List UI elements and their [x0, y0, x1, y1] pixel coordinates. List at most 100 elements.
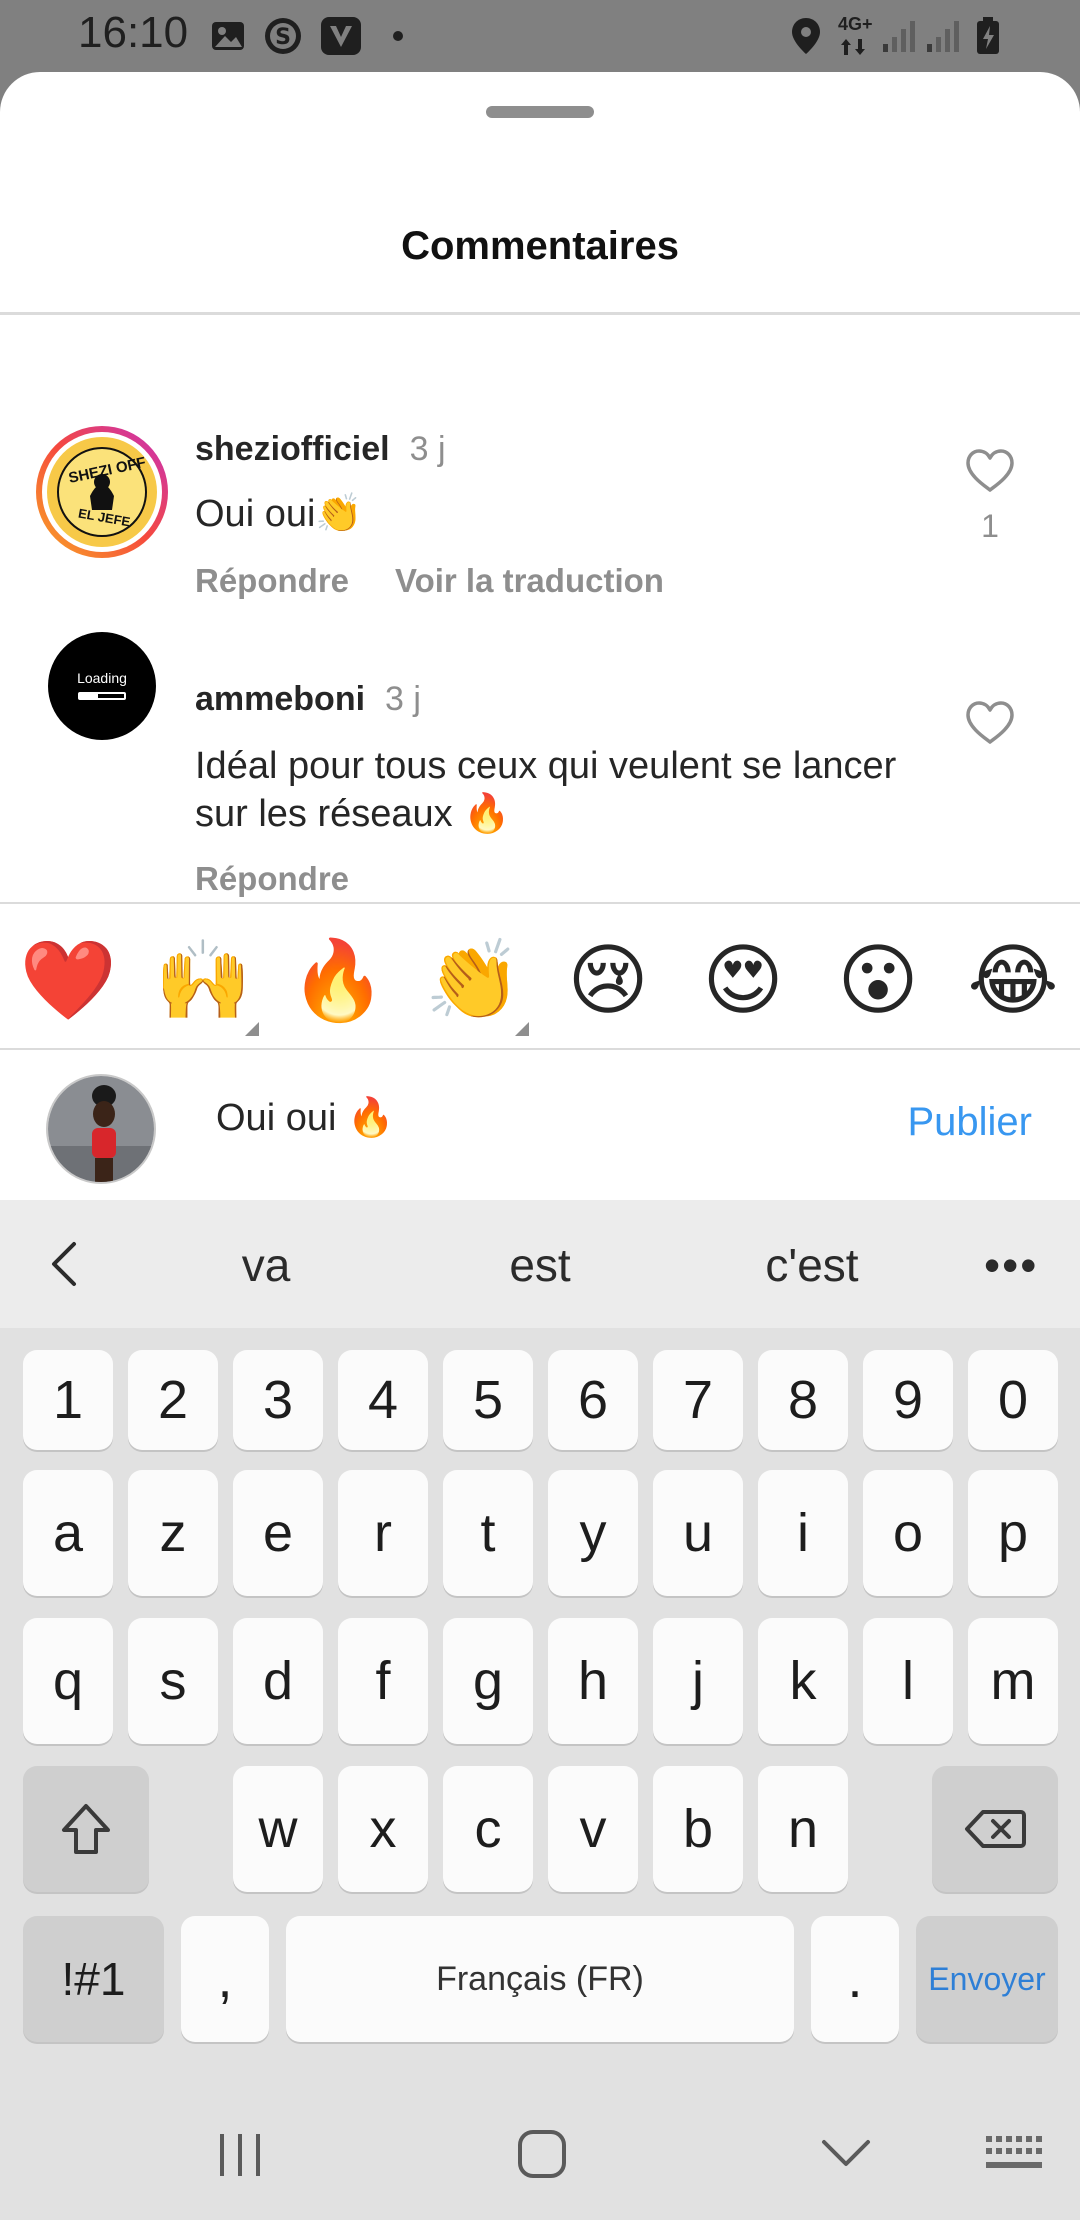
key-d[interactable]: d: [233, 1618, 323, 1744]
comma-key[interactable]: ,: [181, 1916, 269, 2042]
emoji-heart-eyes-button[interactable]: 😍: [683, 908, 803, 1054]
key-s[interactable]: s: [128, 1618, 218, 1744]
key-j[interactable]: j: [653, 1618, 743, 1744]
emoji-bar-divider-bottom: [0, 1048, 1080, 1050]
keyboard-switch-icon[interactable]: [984, 2132, 1044, 2176]
key-8[interactable]: 8: [758, 1350, 848, 1450]
chevron-left-icon[interactable]: [40, 1236, 90, 1292]
heart-icon[interactable]: [964, 700, 1016, 746]
key-z[interactable]: z: [128, 1470, 218, 1596]
reply-button[interactable]: Répondre: [195, 562, 349, 599]
data-arrows-icon: [838, 36, 868, 58]
backspace-icon: [965, 1810, 1026, 1848]
signal-icon: [924, 16, 964, 56]
emoji-bar-divider-top: [0, 902, 1080, 904]
key-a[interactable]: a: [23, 1470, 113, 1596]
comment-text: Idéal pour tous ceux qui veulent se lanc…: [195, 745, 897, 835]
key-1[interactable]: 1: [23, 1350, 113, 1450]
emoji-crying-button[interactable]: 😢: [548, 908, 668, 1054]
emoji-reaction-bar: ❤️ 🙌 🔥 👏 😢 😍 😮 😂: [0, 908, 1080, 1054]
key-e[interactable]: e: [233, 1470, 323, 1596]
emoji-raised-hands-button[interactable]: 🙌: [143, 908, 263, 1054]
suggestion-bar: va est c'est •••: [0, 1200, 1080, 1328]
header-divider: [0, 312, 1080, 315]
shift-key[interactable]: [23, 1766, 149, 1892]
see-translation-button[interactable]: Voir la traduction: [395, 562, 664, 599]
svg-text:S: S: [275, 25, 291, 50]
key-9[interactable]: 9: [863, 1350, 953, 1450]
comment-actions: Répondre: [195, 860, 395, 898]
recent-apps-icon[interactable]: [216, 2130, 264, 2180]
avatar[interactable]: Loading: [48, 632, 156, 740]
emoji-fire-button[interactable]: 🔥: [278, 908, 398, 1054]
dot-icon: [390, 16, 406, 56]
key-k[interactable]: k: [758, 1618, 848, 1744]
suggestion-word[interactable]: est: [440, 1238, 640, 1292]
key-o[interactable]: o: [863, 1470, 953, 1596]
emoji-laughing-button[interactable]: 😂: [953, 908, 1073, 1054]
reply-button[interactable]: Répondre: [195, 860, 349, 897]
home-icon[interactable]: [516, 2128, 568, 2180]
key-q[interactable]: q: [23, 1618, 113, 1744]
comments-sheet: Commentaires SHEZI OFF EL JEFE shezioffi…: [0, 72, 1080, 1200]
comment-text: Oui oui👏: [195, 493, 363, 535]
key-3[interactable]: 3: [233, 1350, 323, 1450]
key-c[interactable]: c: [443, 1766, 533, 1892]
comment-item: SHEZI OFF EL JEFE sheziofficiel 3 j Oui o…: [0, 344, 1080, 604]
key-v[interactable]: v: [548, 1766, 638, 1892]
key-f[interactable]: f: [338, 1618, 428, 1744]
location-icon: [788, 16, 824, 56]
key-5[interactable]: 5: [443, 1350, 533, 1450]
key-m[interactable]: m: [968, 1618, 1058, 1744]
send-key[interactable]: Envoyer: [916, 1916, 1058, 2042]
key-y[interactable]: y: [548, 1470, 638, 1596]
space-key[interactable]: Français (FR): [286, 1916, 794, 2042]
heart-icon[interactable]: [964, 448, 1016, 494]
emoji-clapping-button[interactable]: 👏: [413, 908, 533, 1054]
more-options-icon[interactable]: •••: [984, 1238, 1038, 1292]
key-0[interactable]: 0: [968, 1350, 1058, 1450]
key-n[interactable]: n: [758, 1766, 848, 1892]
key-g[interactable]: g: [443, 1618, 533, 1744]
key-r[interactable]: r: [338, 1470, 428, 1596]
suggestion-word[interactable]: va: [166, 1238, 366, 1292]
current-user-avatar: [46, 1074, 156, 1184]
shift-arrow-icon: [62, 1804, 110, 1854]
key-h[interactable]: h: [548, 1618, 638, 1744]
comment-author-row: ammeboni 3 j: [195, 680, 421, 719]
period-key[interactable]: .: [811, 1916, 899, 2042]
key-i[interactable]: i: [758, 1470, 848, 1596]
avatar[interactable]: SHEZI OFF EL JEFE: [34, 424, 170, 560]
comment-username[interactable]: sheziofficiel: [195, 430, 390, 468]
comment-timestamp: 3 j: [385, 680, 421, 718]
key-w[interactable]: w: [233, 1766, 323, 1892]
keyboard: va est c'est ••• 1 2 3 4 5 6 7 8 9 0 a z…: [0, 1200, 1080, 2220]
key-6[interactable]: 6: [548, 1350, 638, 1450]
emoji-heart-button[interactable]: ❤️: [8, 908, 128, 1054]
publish-button[interactable]: Publier: [907, 1100, 1032, 1145]
s-app-icon: S: [262, 16, 304, 56]
v-app-icon: [318, 16, 364, 56]
sheet-drag-handle[interactable]: [486, 106, 594, 118]
key-u[interactable]: u: [653, 1470, 743, 1596]
comment-username[interactable]: ammeboni: [195, 680, 365, 718]
key-t[interactable]: t: [443, 1470, 533, 1596]
suggestion-word[interactable]: c'est: [712, 1238, 912, 1292]
key-b[interactable]: b: [653, 1766, 743, 1892]
skin-tone-indicator: [245, 1022, 259, 1036]
avatar-loading-bar: [78, 692, 126, 700]
key-4[interactable]: 4: [338, 1350, 428, 1450]
key-l[interactable]: l: [863, 1618, 953, 1744]
key-x[interactable]: x: [338, 1766, 428, 1892]
symbols-key[interactable]: !#1: [23, 1916, 164, 2042]
system-nav-bar: [0, 2090, 1080, 2220]
hide-keyboard-chevron-icon[interactable]: [820, 2136, 872, 2170]
key-p[interactable]: p: [968, 1470, 1058, 1596]
comment-item: Loading ammeboni 3 j Idéal pour tous ceux…: [0, 596, 1080, 898]
comment-input[interactable]: Oui oui 🔥: [216, 1096, 394, 1140]
skin-tone-indicator: [515, 1022, 529, 1036]
backspace-key[interactable]: [932, 1766, 1058, 1892]
key-7[interactable]: 7: [653, 1350, 743, 1450]
emoji-surprised-button[interactable]: 😮: [818, 908, 938, 1054]
key-2[interactable]: 2: [128, 1350, 218, 1450]
